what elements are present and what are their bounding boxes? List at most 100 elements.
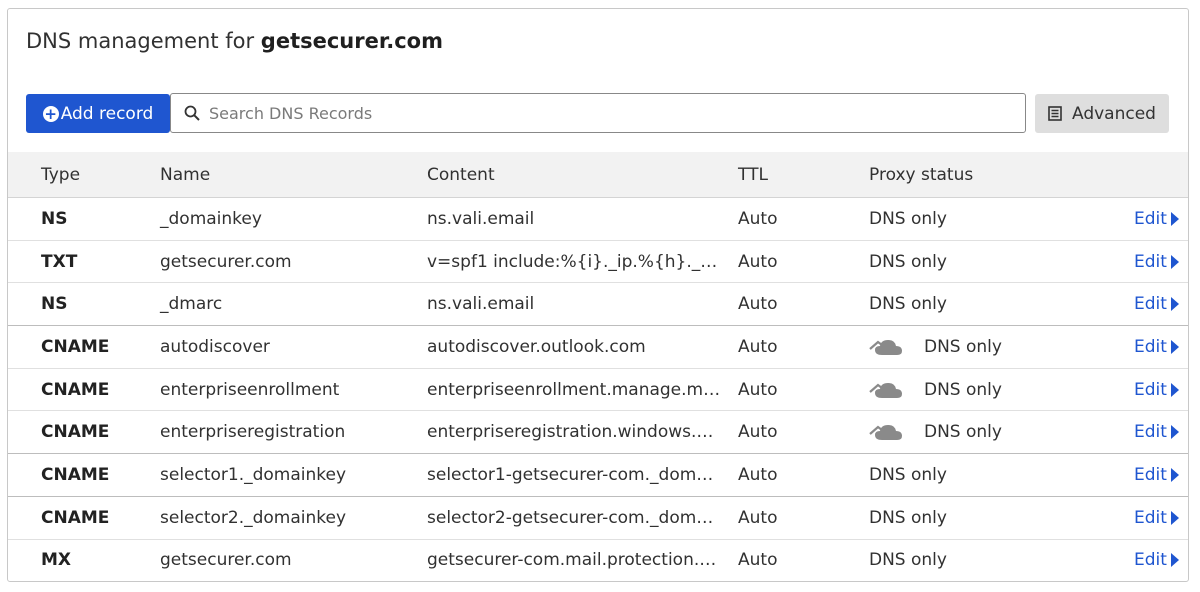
edit-record-link[interactable]: Edit bbox=[1134, 337, 1179, 357]
caret-right-icon bbox=[1170, 254, 1179, 269]
table-row: MX getsecurer.com getsecurer-com.mail.prot… bbox=[8, 540, 1188, 582]
record-content: v=spf1 include:%{i}._ip.%{h}._ehlo.... bbox=[427, 251, 722, 272]
record-type: CNAME bbox=[41, 336, 110, 357]
record-type: CNAME bbox=[41, 379, 110, 400]
column-header-ttl[interactable]: TTL bbox=[738, 165, 768, 185]
table-row: CNAME selector1._domainkey selector1-getse… bbox=[8, 454, 1188, 497]
search-icon bbox=[183, 104, 201, 122]
record-ttl: Auto bbox=[738, 464, 778, 485]
record-type: CNAME bbox=[41, 422, 110, 443]
proxy-status-label: DNS only bbox=[924, 422, 1002, 443]
record-proxy-status: DNS only bbox=[869, 336, 1002, 358]
edit-record-link[interactable]: Edit bbox=[1134, 422, 1179, 442]
record-type: NS bbox=[41, 294, 68, 315]
column-header-type[interactable]: Type bbox=[41, 165, 80, 185]
edit-label: Edit bbox=[1134, 379, 1167, 400]
page-title: DNS management for getsecurer.com bbox=[26, 29, 443, 53]
document-icon bbox=[1048, 106, 1062, 121]
record-proxy-status: DNS only bbox=[869, 550, 947, 570]
record-name: _domainkey bbox=[160, 208, 262, 229]
proxy-status-label: DNS only bbox=[869, 507, 947, 528]
edit-record-link[interactable]: Edit bbox=[1134, 294, 1179, 314]
record-content: selector2-getsecurer-com._domai... bbox=[427, 507, 722, 528]
record-proxy-status: DNS only bbox=[869, 252, 947, 272]
search-input[interactable] bbox=[207, 102, 991, 124]
dns-management-card: DNS management for getsecurer.com + Add … bbox=[7, 8, 1189, 582]
caret-right-icon bbox=[1170, 339, 1179, 354]
edit-record-link[interactable]: Edit bbox=[1134, 209, 1179, 229]
table-header: Type Name Content TTL Proxy status bbox=[8, 152, 1188, 198]
record-ttl: Auto bbox=[738, 507, 778, 528]
cloud-dns-only-icon bbox=[869, 421, 907, 443]
edit-label: Edit bbox=[1134, 464, 1167, 485]
record-ttl: Auto bbox=[738, 294, 778, 315]
column-header-proxy-status[interactable]: Proxy status bbox=[869, 165, 973, 185]
record-name: selector1._domainkey bbox=[160, 464, 347, 485]
record-content: ns.vali.email bbox=[427, 294, 535, 315]
dns-records-table: Type Name Content TTL Proxy status NS _do… bbox=[8, 152, 1188, 582]
record-name: selector2._domainkey bbox=[160, 507, 347, 528]
record-proxy-status: DNS only bbox=[869, 421, 1002, 443]
record-ttl: Auto bbox=[738, 208, 778, 229]
record-type: CNAME bbox=[41, 507, 110, 528]
record-ttl: Auto bbox=[738, 550, 778, 571]
edit-label: Edit bbox=[1134, 208, 1167, 229]
record-name: getsecurer.com bbox=[160, 550, 292, 571]
edit-record-link[interactable]: Edit bbox=[1134, 252, 1179, 272]
edit-label: Edit bbox=[1134, 550, 1167, 571]
caret-right-icon bbox=[1170, 382, 1179, 397]
caret-right-icon bbox=[1170, 425, 1179, 440]
cloud-dns-only-icon bbox=[869, 379, 907, 401]
record-ttl: Auto bbox=[738, 422, 778, 443]
record-name: _dmarc bbox=[160, 294, 223, 315]
edit-record-link[interactable]: Edit bbox=[1134, 508, 1179, 528]
table-row: CNAME selector2._domainkey selector2-getse… bbox=[8, 497, 1188, 540]
cloud-dns-only-icon bbox=[869, 336, 907, 358]
domain-name: getsecurer.com bbox=[260, 29, 443, 53]
proxy-status-label: DNS only bbox=[869, 208, 947, 229]
proxy-status-label: DNS only bbox=[924, 379, 1002, 400]
proxy-status-label: DNS only bbox=[869, 464, 947, 485]
record-ttl: Auto bbox=[738, 336, 778, 357]
table-row: NS _domainkey ns.vali.email Auto DNS only Edi… bbox=[8, 198, 1188, 241]
edit-label: Edit bbox=[1134, 507, 1167, 528]
edit-label: Edit bbox=[1134, 422, 1167, 443]
caret-right-icon bbox=[1170, 211, 1179, 226]
plus-circle-icon: + bbox=[42, 104, 59, 123]
table-row: CNAME enterpriseenrollment enterpriseenrol… bbox=[8, 369, 1188, 412]
caret-right-icon bbox=[1170, 297, 1179, 312]
record-content: ns.vali.email bbox=[427, 208, 535, 229]
add-record-button[interactable]: + Add record bbox=[26, 94, 170, 133]
edit-record-link[interactable]: Edit bbox=[1134, 465, 1179, 485]
record-type: TXT bbox=[41, 251, 78, 272]
record-proxy-status: DNS only bbox=[869, 294, 947, 314]
column-header-content[interactable]: Content bbox=[427, 165, 722, 185]
advanced-button[interactable]: Advanced bbox=[1035, 94, 1169, 133]
record-name: getsecurer.com bbox=[160, 251, 292, 272]
record-content: enterpriseregistration.windows.net bbox=[427, 422, 722, 443]
table-row: NS _dmarc ns.vali.email Auto DNS only Edit bbox=[8, 283, 1188, 327]
record-name: autodiscover bbox=[160, 336, 270, 357]
record-name: enterpriseregistration bbox=[160, 422, 346, 443]
edit-label: Edit bbox=[1134, 251, 1167, 272]
add-record-label: Add record bbox=[60, 103, 154, 124]
record-type: MX bbox=[41, 550, 72, 571]
record-content: enterpriseenrollment.manage.mic... bbox=[427, 379, 722, 400]
record-proxy-status: DNS only bbox=[869, 209, 947, 229]
record-content: selector1-getsecurer-com._domai... bbox=[427, 464, 722, 485]
edit-record-link[interactable]: Edit bbox=[1134, 550, 1179, 570]
edit-label: Edit bbox=[1134, 336, 1167, 357]
edit-record-link[interactable]: Edit bbox=[1134, 380, 1179, 400]
column-header-name[interactable]: Name bbox=[160, 165, 210, 185]
edit-label: Edit bbox=[1134, 294, 1167, 315]
table-body: NS _domainkey ns.vali.email Auto DNS only Edi… bbox=[8, 198, 1188, 582]
caret-right-icon bbox=[1170, 553, 1179, 568]
record-ttl: Auto bbox=[738, 379, 778, 400]
table-row: TXT getsecurer.com v=spf1 include:%{i}._ip… bbox=[8, 241, 1188, 284]
record-content: getsecurer-com.mail.protection.o... bbox=[427, 550, 722, 571]
search-field[interactable] bbox=[170, 93, 1026, 133]
page-title-prefix: DNS management for bbox=[26, 29, 261, 53]
record-type: CNAME bbox=[41, 464, 110, 485]
record-type: NS bbox=[41, 208, 68, 229]
record-name: enterpriseenrollment bbox=[160, 379, 340, 400]
